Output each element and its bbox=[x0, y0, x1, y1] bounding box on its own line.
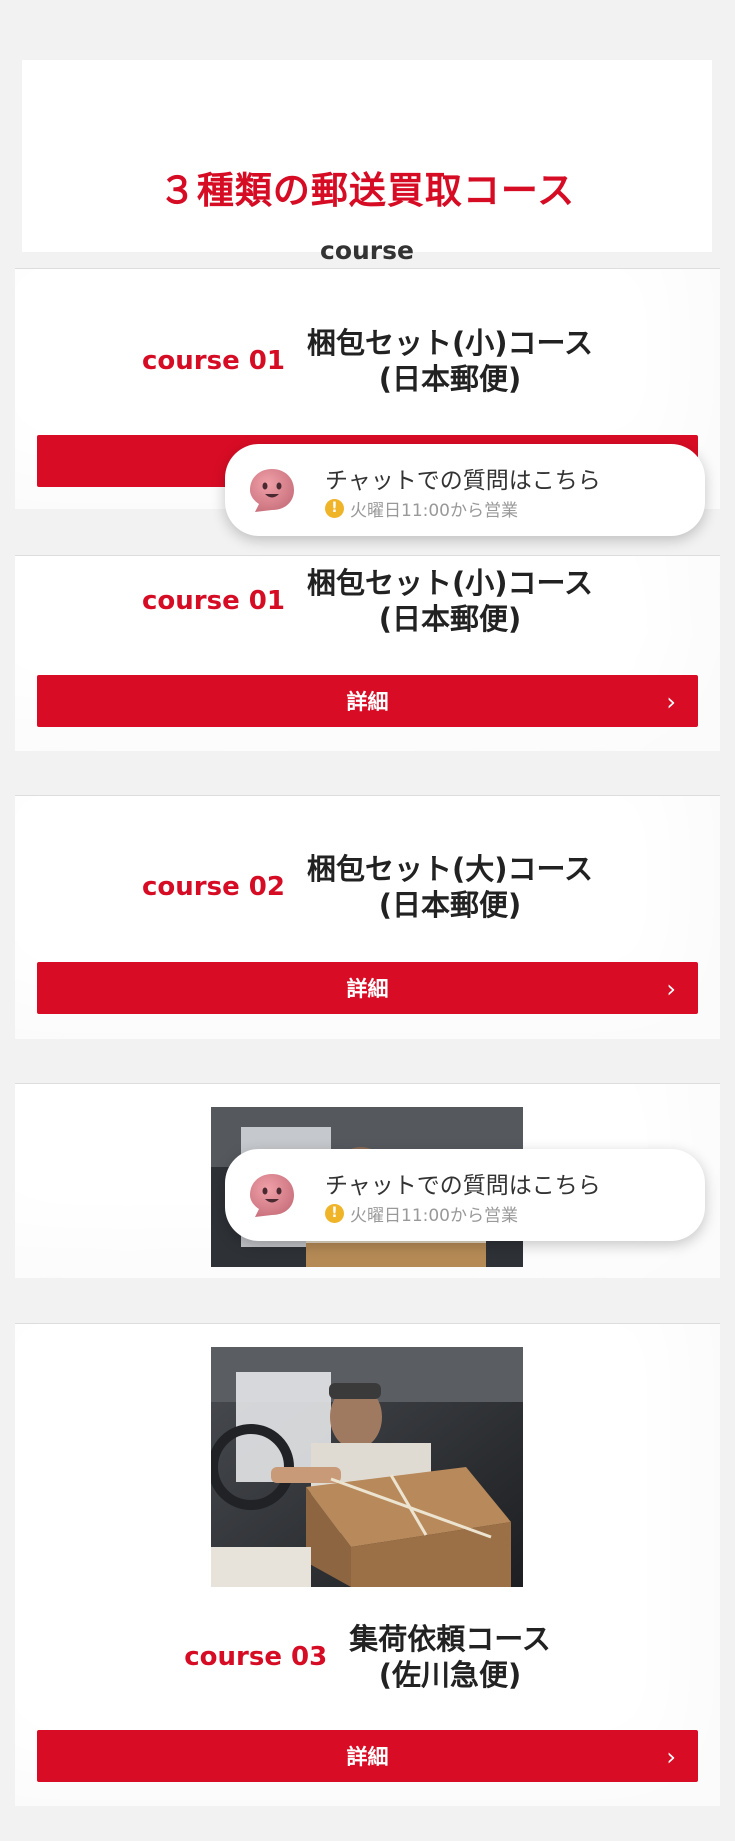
delivery-photo bbox=[211, 1347, 523, 1587]
course-heading: course 03 集荷依頼コース (佐川急便) bbox=[15, 1617, 720, 1697]
detail-button-label: 詳細 bbox=[346, 1745, 389, 1769]
detail-button[interactable]: 詳細 › bbox=[37, 962, 698, 1014]
warning-icon: ! bbox=[325, 499, 344, 518]
chat-mascot-icon bbox=[250, 469, 294, 512]
course-number: course 01 bbox=[141, 586, 285, 616]
course-number: course 03 bbox=[184, 1642, 328, 1672]
chat-title: チャットでの質問はこちら bbox=[325, 468, 601, 494]
course-name-line1: 梱包セット(小)コース bbox=[306, 566, 593, 600]
course-heading: course 01 梱包セット(小)コース (日本郵便) bbox=[15, 321, 720, 401]
detail-button-label: 詳細 bbox=[346, 690, 389, 714]
course-number: course 02 bbox=[141, 872, 285, 902]
chat-widget[interactable]: チャットでの質問はこちら ! 火曜日11:00から営業 bbox=[225, 444, 705, 536]
chevron-right-icon: › bbox=[666, 975, 676, 1003]
section-subtitle: course bbox=[320, 236, 414, 265]
course-name-line2: (日本郵便) bbox=[378, 362, 522, 396]
course-name-line2: (日本郵便) bbox=[378, 888, 522, 922]
chat-status: ! 火曜日11:00から営業 bbox=[325, 1201, 518, 1226]
course-name-line2: (日本郵便) bbox=[378, 602, 522, 636]
chat-widget[interactable]: チャットでの質問はこちら ! 火曜日11:00から営業 bbox=[225, 1149, 705, 1241]
course-name-line1: 梱包セット(小)コース bbox=[306, 326, 593, 360]
section-title: ３種類の郵送買取コース bbox=[158, 169, 576, 212]
chevron-right-icon: › bbox=[666, 688, 676, 716]
course-card-3: course 02 梱包セット(大)コース (日本郵便) 詳細 › bbox=[15, 795, 720, 1039]
warning-icon: ! bbox=[325, 1204, 344, 1223]
chat-title: チャットでの質問はこちら bbox=[325, 1173, 601, 1199]
course-name: 梱包セット(小)コース (日本郵便) bbox=[307, 325, 593, 397]
chat-status-text: 火曜日11:00から営業 bbox=[350, 1206, 518, 1226]
course-name: 集荷依頼コース (佐川急便) bbox=[349, 1621, 551, 1693]
detail-button[interactable]: 詳細 › bbox=[37, 1730, 698, 1782]
course-heading: course 02 梱包セット(大)コース (日本郵便) bbox=[15, 847, 720, 927]
detail-button[interactable]: 詳細 › bbox=[37, 675, 698, 727]
section-header: ３種類の郵送買取コース course bbox=[22, 60, 712, 265]
chat-mascot-icon bbox=[250, 1174, 294, 1217]
course-card-2: course 01 梱包セット(小)コース (日本郵便) 詳細 › bbox=[15, 555, 720, 751]
detail-button-label: 詳細 bbox=[346, 977, 389, 1001]
course-heading: course 01 梱包セット(小)コース (日本郵便) bbox=[15, 561, 720, 641]
course-name: 梱包セット(大)コース (日本郵便) bbox=[307, 851, 593, 923]
course-card-4: course 03 集荷依頼コース (佐川急便) 詳細 › bbox=[15, 1323, 720, 1806]
course-name-line1: 梱包セット(大)コース bbox=[306, 852, 593, 886]
chevron-right-icon: › bbox=[666, 1743, 676, 1771]
course-name-line1: 集荷依頼コース bbox=[349, 1622, 551, 1656]
course-name: 梱包セット(小)コース (日本郵便) bbox=[307, 565, 593, 637]
chat-status: ! 火曜日11:00から営業 bbox=[325, 496, 518, 521]
chat-status-text: 火曜日11:00から営業 bbox=[350, 501, 518, 521]
course-name-line2: (佐川急便) bbox=[378, 1658, 522, 1692]
course-number: course 01 bbox=[141, 346, 285, 376]
